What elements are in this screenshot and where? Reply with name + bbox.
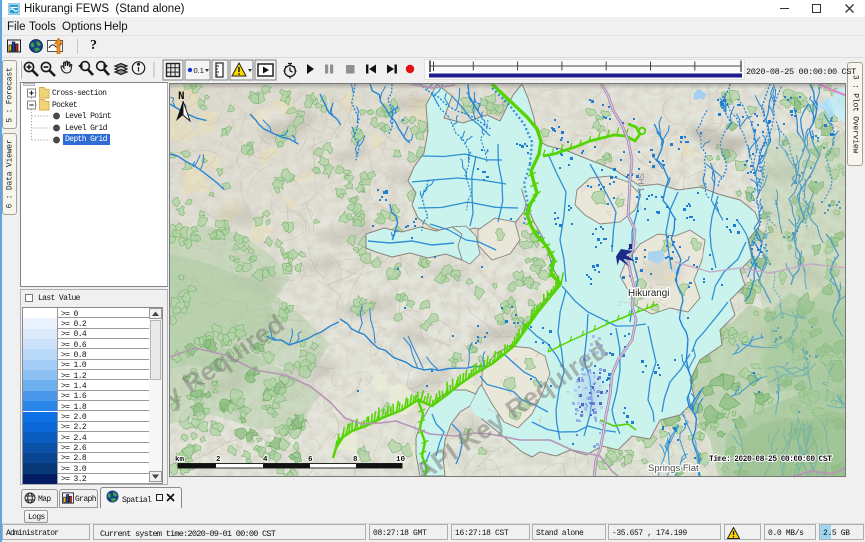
svg-text:6: 6 bbox=[308, 456, 313, 464]
svg-text:2: 2 bbox=[216, 456, 221, 464]
svg-text:Time: 2020-08-25 00:00:00 CST: Time: 2020-08-25 00:00:00 CST bbox=[709, 454, 832, 464]
svg-text:Springs Flat: Springs Flat bbox=[648, 463, 699, 474]
svg-text:SH 1: SH 1 bbox=[636, 173, 646, 192]
svg-text:N: N bbox=[178, 91, 185, 103]
svg-text:Hikurangi: Hikurangi bbox=[628, 288, 669, 299]
svg-text:km: km bbox=[175, 456, 185, 464]
svg-text:4: 4 bbox=[263, 456, 268, 464]
svg-text:8: 8 bbox=[353, 456, 358, 464]
svg-text:10: 10 bbox=[396, 456, 406, 464]
svg-text:0.1: 0.1 bbox=[194, 66, 204, 75]
